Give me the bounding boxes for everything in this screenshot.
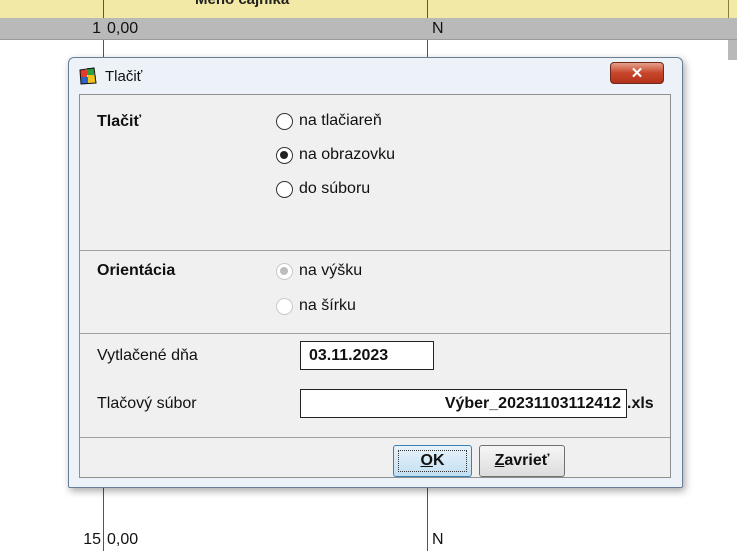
radio-label: na výšku: [299, 262, 363, 279]
printed-date-field[interactable]: 03.11.2023: [300, 341, 434, 370]
file-extension: .xls: [627, 395, 654, 412]
app-icon: [79, 67, 97, 85]
radio-label[interactable]: na tlačiareň: [299, 112, 382, 130]
row-value: 0,00: [107, 531, 139, 548]
row-number: 1: [92, 20, 101, 37]
printed-date-label: Vytlačené dňa: [97, 347, 198, 364]
orientation-label: Orientácia: [97, 262, 176, 279]
print-target-label: Tlačiť: [97, 113, 142, 130]
column-header-label: Meno čajníka: [195, 0, 289, 8]
print-target-group: Tlačiť na tlačiareň na obrazovku do súbo…: [80, 95, 670, 251]
dialog-title: Tlačiť: [105, 68, 143, 85]
fields-group: Vytlačené dňa 03.11.2023 Tlačový súbor V…: [80, 333, 670, 438]
row-flag: N: [432, 531, 444, 548]
radio-label[interactable]: do súboru: [299, 180, 370, 198]
radio-circle[interactable]: [276, 113, 293, 130]
table-row[interactable]: 1 0,00 N: [0, 18, 737, 40]
close-dialog-button[interactable]: Zavrieť: [479, 445, 565, 477]
dialog-titlebar[interactable]: Tlačiť ✕: [69, 58, 682, 94]
radio-circle[interactable]: [276, 181, 293, 198]
focus-rect: [398, 450, 467, 472]
radio-circle-checked: [276, 263, 293, 280]
radio-circle-checked[interactable]: [276, 147, 293, 164]
print-file-value: Výber_20231103112412: [444, 395, 621, 412]
ok-button[interactable]: OK: [393, 445, 472, 477]
row-number: 15: [83, 531, 101, 548]
close-icon: ✕: [630, 65, 644, 82]
radio-label: na šírku: [299, 297, 356, 314]
orientation-group: Orientácia na výšku na šírku: [80, 250, 670, 334]
column-separator[interactable]: [728, 0, 729, 18]
row-value: 0,00: [107, 20, 139, 37]
table-row[interactable]: 15 0,00 N: [0, 529, 737, 551]
print-file-input[interactable]: Výber_20231103112412: [300, 389, 627, 418]
close-label-rest: avrieť: [504, 452, 550, 469]
close-mnemonic: Z: [494, 452, 505, 469]
close-button[interactable]: ✕: [610, 62, 664, 84]
row-flag: N: [432, 20, 444, 37]
print-file-label: Tlačový súbor: [97, 395, 197, 412]
print-dialog: Tlačiť ✕ Tlačiť na tlačiareň na obrazovk…: [68, 57, 683, 488]
radio-label[interactable]: na obrazovku: [299, 146, 395, 164]
dialog-footer: OK Zavrieť: [80, 437, 670, 477]
printed-date-value: 03.11.2023: [309, 347, 389, 364]
column-header-bar: Meno čajníka: [0, 0, 737, 19]
dialog-content: Tlačiť na tlačiareň na obrazovku do súbo…: [79, 94, 671, 478]
radio-circle: [276, 298, 293, 315]
row-divider: [0, 39, 737, 40]
